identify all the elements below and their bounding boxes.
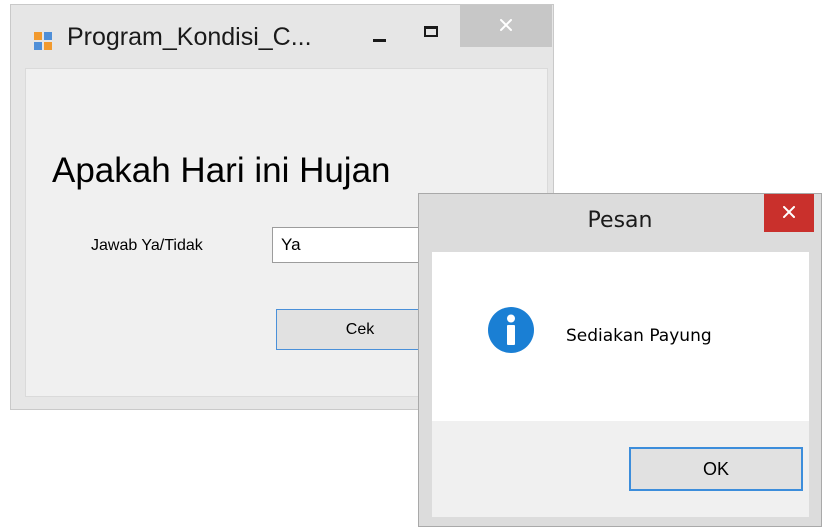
close-button[interactable] bbox=[460, 5, 552, 47]
maximize-icon[interactable] bbox=[417, 21, 447, 51]
message-box: Pesan Sediakan Payung OK bbox=[418, 193, 822, 527]
minimize-icon[interactable] bbox=[367, 21, 395, 51]
message-body: Sediakan Payung bbox=[432, 252, 809, 421]
close-icon bbox=[500, 19, 512, 31]
info-icon bbox=[488, 307, 534, 353]
message-box-close-button[interactable] bbox=[764, 194, 814, 232]
message-box-title: Pesan bbox=[587, 208, 653, 233]
message-footer: OK bbox=[432, 421, 809, 517]
ok-button[interactable]: OK bbox=[629, 447, 803, 491]
message-text: Sediakan Payung bbox=[566, 326, 712, 346]
answer-input[interactable] bbox=[272, 227, 442, 263]
question-heading: Apakah Hari ini Hujan bbox=[52, 151, 391, 190]
app-window-icon bbox=[34, 32, 52, 50]
main-titlebar[interactable]: Program_Kondisi_C... bbox=[11, 5, 553, 65]
close-icon bbox=[783, 206, 795, 218]
window-title: Program_Kondisi_C... bbox=[67, 23, 312, 51]
answer-label: Jawab Ya/Tidak bbox=[91, 237, 203, 254]
